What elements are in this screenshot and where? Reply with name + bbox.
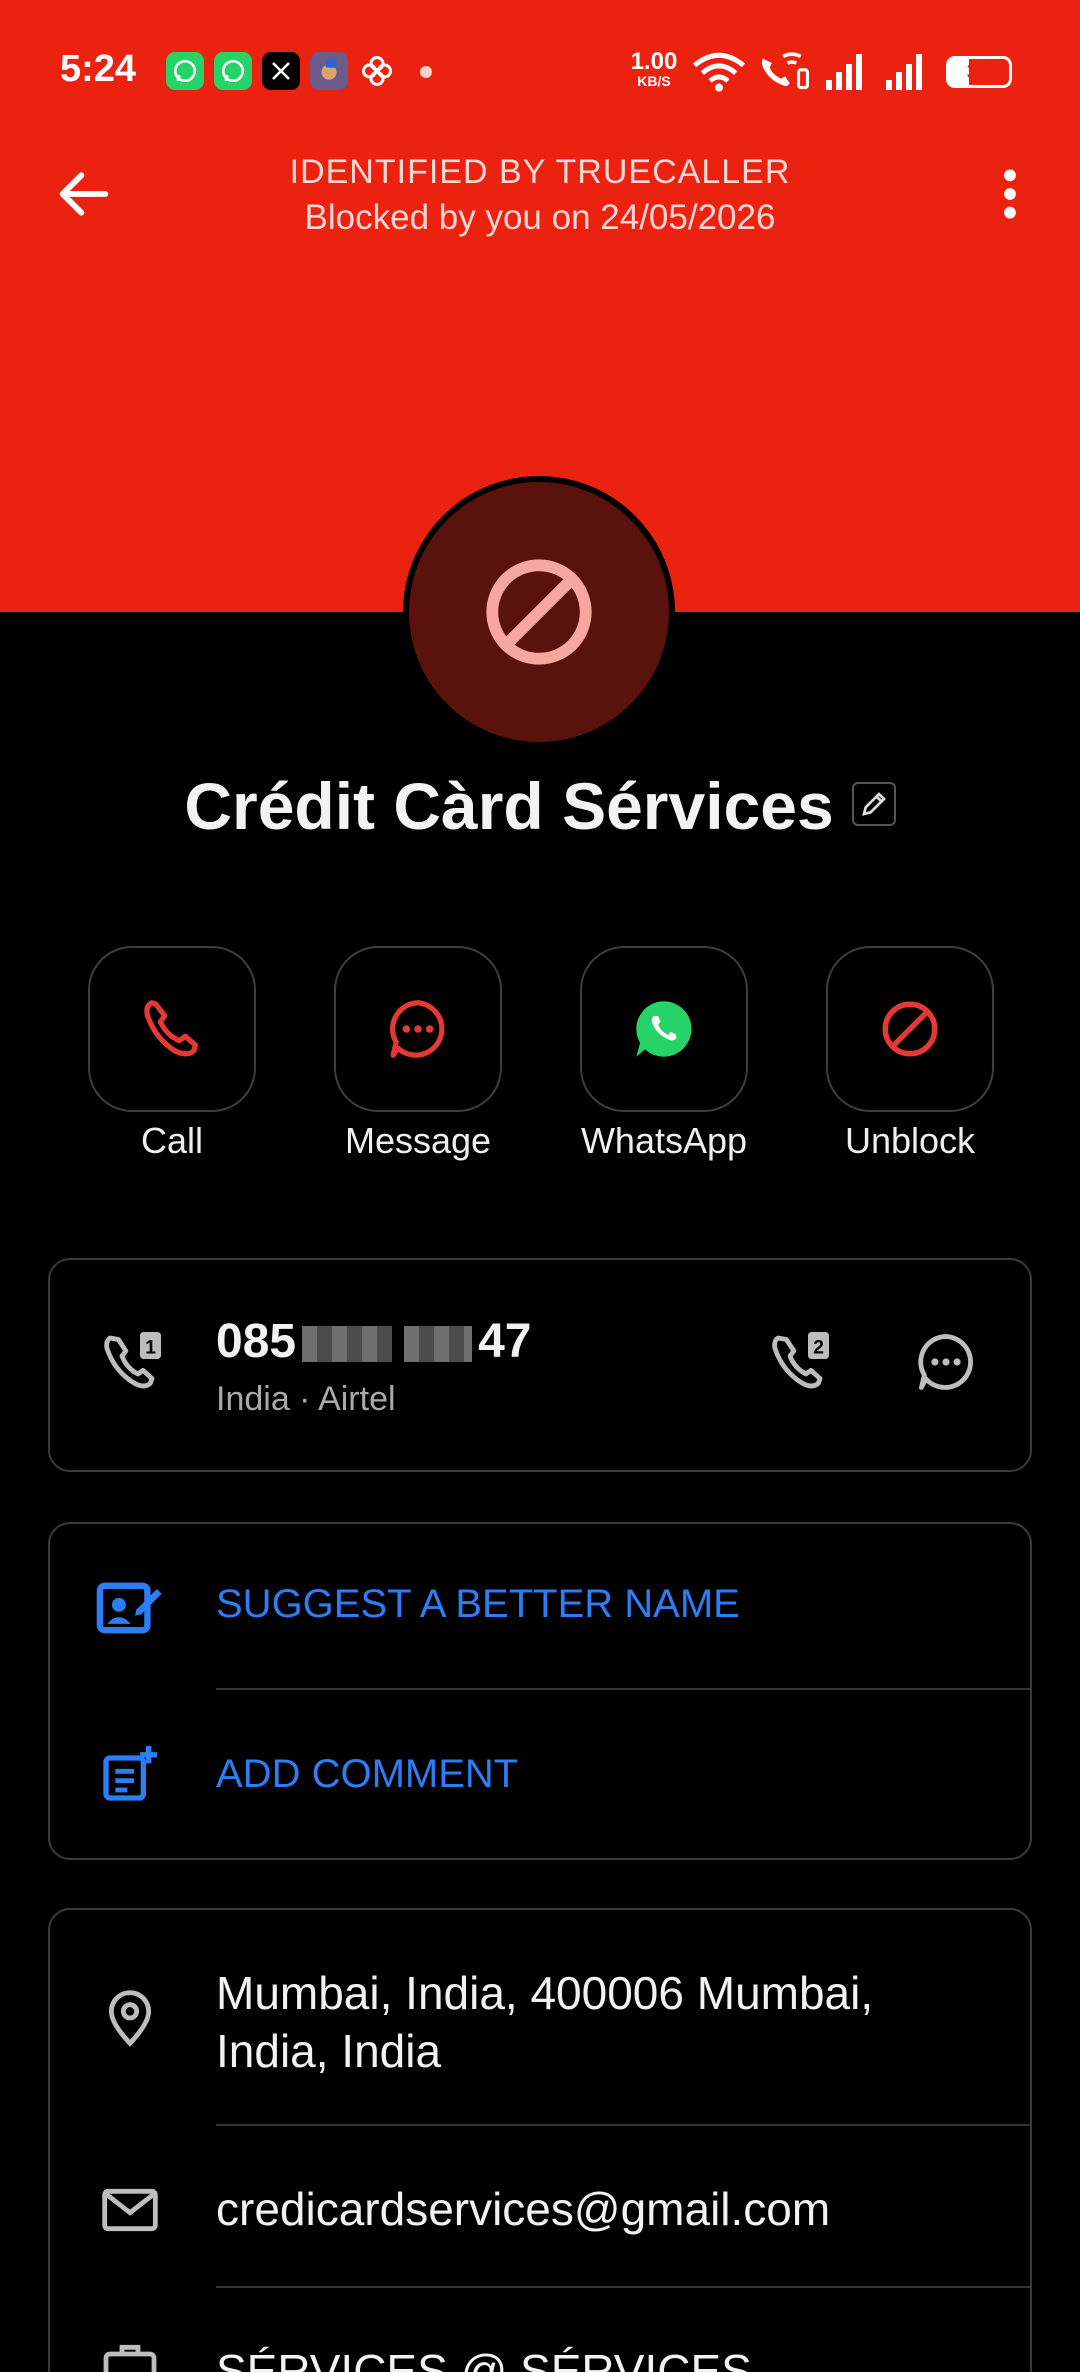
blocked-date: Blocked by you on 24/05/2026 (304, 198, 776, 237)
more-notifications-dot (420, 66, 432, 78)
avatar (403, 476, 675, 748)
whatsapp-button[interactable] (580, 946, 748, 1112)
wifi-calling-icon (761, 52, 809, 90)
divider (216, 2124, 1030, 2126)
blocked-icon (486, 559, 592, 665)
app-icon (310, 52, 348, 90)
contact-card-edit-icon (96, 1582, 162, 1634)
status-bar: 5:24 1.00 KB/S 33 (0, 0, 1080, 145)
whatsapp-icon (636, 1001, 692, 1057)
sms-icon[interactable] (910, 1326, 982, 1398)
message-label: Message (344, 1120, 492, 1161)
more-options-icon[interactable] (978, 162, 1042, 226)
address[interactable]: Mumbai, India, 400006 Mumbai, India, Ind… (216, 1964, 873, 2080)
email-address[interactable]: credicardservices@gmail.com (216, 2180, 830, 2238)
info-card: Mumbai, India, 400006 Mumbai, India, Ind… (48, 1908, 1032, 2372)
phone-icon (144, 1000, 198, 1057)
phone-location-carrier: India · Airtel (216, 1380, 396, 1418)
caller-id-header: IDENTIFIED BY TRUECALLER Blocked by you … (200, 150, 880, 242)
sim2-call-icon[interactable]: 2 (766, 1326, 838, 1398)
phone-card: 1 085 47 India · Airtel 2 (48, 1258, 1032, 1472)
battery-indicator: 33 (946, 56, 1012, 88)
message-action[interactable]: Message (334, 946, 502, 1162)
contact-name: Crédit Càrd Sérvices (184, 769, 834, 843)
whatsapp-business-icon (214, 52, 252, 90)
location-pin-icon (108, 1990, 152, 2047)
identified-label: IDENTIFIED BY TRUECALLER (289, 153, 791, 191)
svg-text:1: 1 (145, 1337, 156, 1359)
contact-name-row: Crédit Càrd Sérvices (0, 768, 1080, 844)
add-comment-icon (103, 1746, 158, 1801)
job-title: SÉRVICES @ SÉRVICES (216, 2345, 752, 2372)
call-label: Call (140, 1120, 203, 1161)
whatsapp-icon (166, 52, 204, 90)
signal-icon-2 (886, 54, 922, 90)
unblock-action[interactable]: Unblock (826, 946, 994, 1162)
wifi-icon (693, 52, 745, 92)
whatsapp-label: WhatsApp (580, 1120, 748, 1161)
sim1-call-icon[interactable]: 1 (98, 1326, 170, 1398)
divider (216, 1688, 1030, 1690)
redacted-digits (302, 1326, 393, 1363)
briefcase-icon (103, 2344, 157, 2372)
add-comment-link[interactable]: ADD COMMENT (216, 1752, 518, 1797)
divider (216, 2286, 1030, 2288)
status-time: 5:24 (60, 48, 137, 90)
call-action[interactable]: Call (88, 946, 256, 1162)
signal-icon (826, 54, 862, 90)
network-speed: 1.00 KB/S (630, 48, 678, 89)
redacted-digits (404, 1326, 473, 1363)
unblock-label: Unblock (844, 1120, 976, 1161)
edit-name-icon[interactable] (851, 781, 896, 826)
email-icon (102, 2188, 158, 2232)
call-button[interactable] (88, 946, 256, 1112)
suggest-card: SUGGEST A BETTER NAME ADD COMMENT (48, 1522, 1032, 1860)
whatsapp-action[interactable]: WhatsApp (580, 946, 748, 1162)
block-icon (882, 1001, 938, 1057)
x-icon (262, 52, 300, 90)
unblock-button[interactable] (826, 946, 994, 1112)
suggest-name-link[interactable]: SUGGEST A BETTER NAME (216, 1582, 740, 1627)
message-button[interactable] (334, 946, 502, 1112)
back-arrow-icon[interactable] (52, 162, 116, 226)
pinwheel-icon (358, 52, 396, 90)
phone-number[interactable]: 085 47 (216, 1314, 531, 1369)
svg-text:2: 2 (813, 1337, 824, 1359)
message-icon (390, 1000, 445, 1058)
